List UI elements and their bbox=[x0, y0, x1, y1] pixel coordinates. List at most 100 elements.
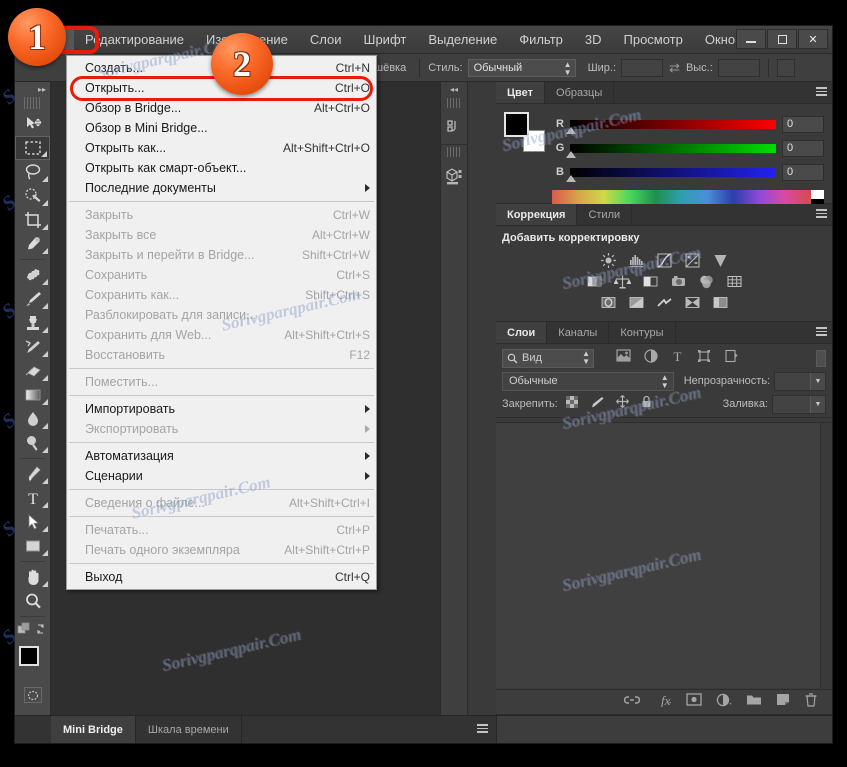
hue-saturation-icon[interactable] bbox=[585, 273, 604, 290]
zoom-tool[interactable] bbox=[15, 589, 50, 613]
quick-selection-tool[interactable] bbox=[15, 184, 50, 208]
menu-layers[interactable]: Слои bbox=[299, 28, 353, 52]
lock-all-icon[interactable] bbox=[641, 395, 652, 413]
menu-item-close[interactable]: Закрыть Ctrl+W bbox=[67, 205, 376, 225]
rectangular-marquee-tool[interactable] bbox=[15, 136, 50, 160]
layer-list-scrollbar[interactable] bbox=[820, 423, 832, 688]
color-panel-menu-icon[interactable] bbox=[816, 87, 827, 98]
menu-item-browse-in-mini-bridge[interactable]: Обзор в Mini Bridge... bbox=[67, 118, 376, 138]
tab-layers[interactable]: Слои bbox=[496, 322, 548, 343]
invert-icon[interactable] bbox=[599, 294, 618, 311]
menu-item-save[interactable]: Сохранить Ctrl+S bbox=[67, 265, 376, 285]
channel-mixer-icon[interactable] bbox=[697, 273, 716, 290]
menu-item-print-one-copy[interactable]: Печать одного экземпляра Alt+Shift+Ctrl+… bbox=[67, 540, 376, 560]
swap-dimensions-icon[interactable]: ⇄ bbox=[669, 60, 680, 76]
selective-color-icon[interactable] bbox=[711, 294, 730, 311]
adjustments-panel-menu-icon[interactable] bbox=[816, 209, 827, 220]
pixel-filter-icon[interactable] bbox=[616, 348, 631, 368]
slider-thumb-r[interactable] bbox=[566, 126, 576, 134]
rectangle-tool[interactable] bbox=[15, 534, 50, 558]
menu-item-save-for-web[interactable]: Сохранить для Web... Alt+Shift+Ctrl+S bbox=[67, 325, 376, 345]
minimize-button[interactable] bbox=[736, 29, 766, 49]
menu-item-print[interactable]: Печатать... Ctrl+P bbox=[67, 520, 376, 540]
menu-item-place[interactable]: Поместить... bbox=[67, 372, 376, 392]
tab-adjustments[interactable]: Коррекция bbox=[496, 204, 578, 225]
menu-3d[interactable]: 3D bbox=[574, 28, 613, 52]
width-input[interactable] bbox=[621, 58, 664, 77]
posterize-icon[interactable] bbox=[627, 294, 646, 311]
dock-expand-button[interactable]: ◂◂ bbox=[441, 82, 467, 96]
curves-icon[interactable] bbox=[655, 252, 674, 269]
foreground-color-swatch[interactable] bbox=[19, 646, 39, 666]
refine-edge-button[interactable] bbox=[776, 58, 795, 77]
delete-layer-icon[interactable] bbox=[804, 692, 818, 712]
menu-item-open-as[interactable]: Открыть как... Alt+Shift+Ctrl+O bbox=[67, 138, 376, 158]
tools-collapse-button[interactable]: ▸▸ bbox=[15, 82, 50, 96]
photo-filter-icon[interactable] bbox=[669, 273, 688, 290]
style-select[interactable]: Обычный ▲ ▼ bbox=[467, 58, 576, 77]
menu-item-revert[interactable]: Восстановить F12 bbox=[67, 345, 376, 365]
adjustment-filter-icon[interactable] bbox=[644, 348, 658, 368]
new-group-icon[interactable] bbox=[746, 693, 762, 711]
maximize-button[interactable] bbox=[767, 29, 797, 49]
brightness-contrast-icon[interactable] bbox=[599, 252, 618, 269]
menu-item-browse-in-bridge[interactable]: Обзор в Bridge... Alt+Ctrl+O bbox=[67, 98, 376, 118]
color-lookup-icon[interactable] bbox=[725, 273, 744, 290]
color-panel-swatches[interactable] bbox=[504, 112, 545, 152]
hand-tool[interactable] bbox=[15, 565, 50, 589]
quick-mask-button[interactable] bbox=[15, 684, 50, 706]
eraser-tool[interactable] bbox=[15, 359, 50, 383]
lock-transparency-icon[interactable] bbox=[565, 395, 578, 413]
channel-value-b[interactable]: 0 bbox=[782, 163, 824, 181]
type-tool[interactable]: T bbox=[15, 486, 50, 510]
lock-position-icon[interactable] bbox=[615, 395, 629, 413]
menu-item-open-as-smart-object[interactable]: Открыть как смарт-объект... bbox=[67, 158, 376, 178]
gradient-tool[interactable] bbox=[15, 383, 50, 407]
pen-tool[interactable] bbox=[15, 462, 50, 486]
height-input[interactable] bbox=[717, 58, 760, 77]
link-layers-icon[interactable] bbox=[623, 693, 641, 711]
color-balance-icon[interactable] bbox=[613, 273, 632, 290]
slider-thumb-g[interactable] bbox=[566, 150, 576, 158]
layers-panel-menu-icon[interactable] bbox=[816, 327, 827, 338]
color-panel-foreground-swatch[interactable] bbox=[504, 112, 529, 137]
tab-mini-bridge[interactable]: Mini Bridge bbox=[51, 716, 136, 743]
channel-value-g[interactable]: 0 bbox=[782, 139, 824, 157]
blur-tool[interactable] bbox=[15, 407, 50, 431]
layer-style-fx-icon[interactable]: fx bbox=[654, 693, 672, 712]
threshold-icon[interactable] bbox=[655, 294, 674, 311]
new-fill-adjustment-icon[interactable] bbox=[716, 693, 732, 712]
gradient-map-icon[interactable] bbox=[683, 294, 702, 311]
tools-drag-grip[interactable] bbox=[24, 97, 41, 109]
smart-object-filter-icon[interactable] bbox=[724, 349, 738, 368]
layer-mask-icon[interactable] bbox=[686, 693, 702, 711]
menu-item-import[interactable]: Импортировать bbox=[67, 399, 376, 419]
move-tool[interactable] bbox=[15, 112, 50, 136]
tab-channels[interactable]: Каналы bbox=[547, 322, 610, 343]
chevron-down-icon[interactable]: ▼ bbox=[810, 372, 825, 390]
menu-item-scripts[interactable]: Сценарии bbox=[67, 466, 376, 486]
black-white-icon[interactable] bbox=[641, 273, 660, 290]
tab-styles[interactable]: Стили bbox=[577, 204, 633, 225]
layer-list[interactable] bbox=[496, 422, 832, 688]
menu-item-close-all[interactable]: Закрыть все Alt+Ctrl+W bbox=[67, 225, 376, 245]
tab-color[interactable]: Цвет bbox=[496, 82, 546, 103]
dock-grip-1[interactable] bbox=[447, 98, 461, 108]
menu-item-close-and-go-to-bridge[interactable]: Закрыть и перейти в Bridge... Shift+Ctrl… bbox=[67, 245, 376, 265]
lasso-tool[interactable] bbox=[15, 160, 50, 184]
opacity-input[interactable]: ▼ bbox=[774, 371, 826, 391]
menu-item-export[interactable]: Экспортировать bbox=[67, 419, 376, 439]
slider-track-r[interactable] bbox=[566, 119, 776, 134]
eyedropper-tool[interactable] bbox=[15, 232, 50, 256]
menu-item-automate[interactable]: Автоматизация bbox=[67, 446, 376, 466]
dodge-tool[interactable] bbox=[15, 431, 50, 455]
new-layer-icon[interactable] bbox=[776, 693, 790, 711]
exposure-icon[interactable] bbox=[683, 252, 702, 269]
levels-icon[interactable] bbox=[627, 252, 646, 269]
type-filter-icon[interactable]: T bbox=[671, 349, 684, 368]
path-selection-tool[interactable] bbox=[15, 510, 50, 534]
blend-mode-select[interactable]: Обычные ▲ ▼ bbox=[502, 371, 674, 391]
menu-edit[interactable]: Редактирование bbox=[74, 28, 195, 52]
history-panel-icon[interactable] bbox=[441, 110, 467, 144]
vibrance-icon[interactable] bbox=[711, 252, 730, 269]
